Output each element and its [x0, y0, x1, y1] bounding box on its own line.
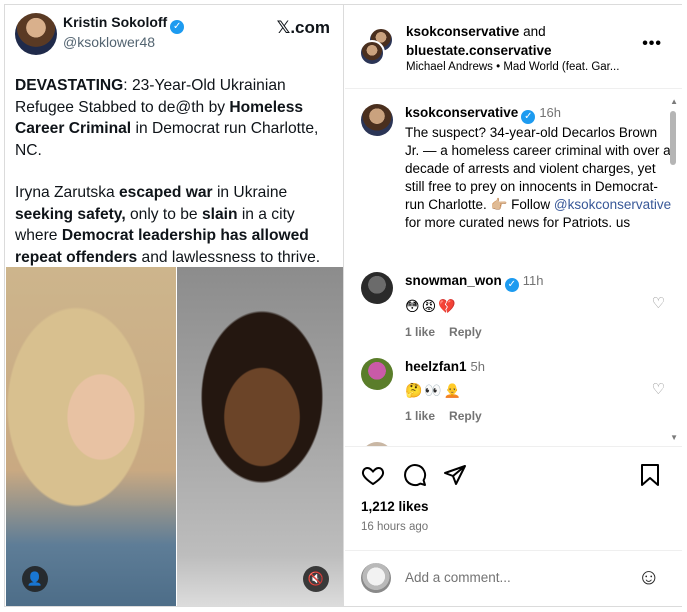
reply-button[interactable]: Reply	[449, 409, 482, 423]
author-link-1[interactable]: ksokconservative	[406, 24, 519, 39]
caption-text: ksokconservative ✓ 16h The suspect? 34-yea…	[405, 105, 672, 230]
screenshot-frame: Kristin Sokoloff ✓ @ksoklower48 𝕏.com DEV…	[4, 4, 682, 607]
comment-time: 5h	[470, 359, 485, 374]
tweet-author-avatar	[15, 13, 57, 55]
add-comment-bar: Add a comment... ☺	[345, 550, 682, 606]
comment-icon[interactable]	[403, 463, 427, 492]
emphasis-text: slain	[201, 205, 238, 223]
emphasis-text: escaped war	[119, 184, 213, 201]
avatar	[361, 563, 391, 593]
scroll-up-icon[interactable]: ▲	[670, 97, 678, 106]
body-text: and lawlessness to thrive.	[137, 248, 321, 266]
avatar	[359, 40, 385, 66]
tweet-card: Kristin Sokoloff ✓ @ksoklower48 𝕏.com DEV…	[5, 5, 344, 606]
comment-likes[interactable]: 1 like	[405, 409, 435, 423]
user-tag-icon[interactable]: 👤	[22, 566, 48, 592]
emoji-icon[interactable]: ☺	[638, 565, 660, 589]
body-text: Iryna Zarutska	[15, 184, 119, 201]
scrollbar-thumb[interactable]	[670, 111, 676, 165]
verified-badge-icon: ✓	[504, 278, 519, 292]
post-time: 16 hours ago	[361, 521, 429, 533]
comment-text: 🤔👀🧑‍🦲	[405, 382, 464, 398]
victim-photo	[6, 267, 176, 606]
tweet-media: 👤 🔇	[6, 267, 343, 606]
tweet-author-handle: @ksoklower48	[63, 34, 156, 50]
caption-time: 16h	[539, 105, 562, 120]
emphasis-text: DEVASTATING	[15, 77, 124, 94]
caption-username[interactable]: ksokconservative	[405, 105, 518, 120]
comment-username[interactable]: snowman_won	[405, 273, 502, 288]
comment-likes[interactable]: 1 like	[405, 325, 435, 339]
author-link-2[interactable]: bluestate.conservative	[406, 43, 552, 58]
reply-button[interactable]: Reply	[449, 325, 482, 339]
avatar[interactable]	[361, 272, 393, 304]
suspect-mugshot	[177, 267, 343, 606]
mention-link[interactable]: @ksokconservative	[554, 197, 671, 212]
instagram-panel: ksokconservative and bluestate.conservat…	[345, 5, 682, 606]
tweet-text: DEVASTATING: 23-Year-Old Ukrainian Refug…	[15, 75, 339, 289]
heart-icon[interactable]	[361, 463, 385, 492]
avatar[interactable]	[361, 358, 393, 390]
scroll-down-icon[interactable]: ▼	[670, 433, 678, 442]
emphasis-text: seeking safety,	[15, 205, 126, 223]
heart-icon[interactable]: ♡	[652, 380, 665, 398]
comment-meta: 1 like Reply	[405, 407, 675, 425]
avatar[interactable]	[361, 104, 393, 136]
verified-badge-icon: ✓	[521, 110, 536, 124]
post-header: ksokconservative and bluestate.conservat…	[345, 5, 682, 89]
mute-icon[interactable]: 🔇	[303, 566, 329, 592]
heart-icon[interactable]: ♡	[652, 294, 665, 312]
bookmark-icon[interactable]	[640, 463, 660, 492]
comment-username[interactable]: heelzfan1	[405, 359, 467, 374]
x-logo: 𝕏.com	[276, 18, 330, 37]
share-icon[interactable]	[443, 463, 467, 492]
audio-track[interactable]: Michael Andrews • Mad World (feat. Gar..…	[406, 61, 636, 73]
post-authors: ksokconservative and bluestate.conservat…	[406, 24, 552, 58]
body-text: only to be	[125, 205, 202, 223]
comment-input[interactable]: Add a comment...	[405, 570, 511, 585]
body-text: in Ukraine	[212, 184, 288, 201]
more-options-icon[interactable]: •••	[642, 35, 662, 53]
tweet-paragraph-1: DEVASTATING: 23-Year-Old Ukrainian Refug…	[15, 75, 339, 161]
comments-list[interactable]: ksokconservative ✓ 16h The suspect? 34-yea…	[345, 90, 682, 446]
likes-count[interactable]: 1,212 likes	[361, 499, 429, 514]
post-actions: 1,212 likes 16 hours ago	[345, 446, 682, 550]
comment-meta: 1 like Reply	[405, 323, 675, 341]
comment-time: 11h	[522, 273, 544, 288]
comment-text: 😳😡💔	[405, 298, 458, 314]
tweet-paragraph-2: Iryna Zarutska escaped war in Ukraine se…	[15, 182, 339, 268]
tweet-header: Kristin Sokoloff ✓ @ksoklower48 𝕏.com	[5, 5, 343, 65]
collab-avatars[interactable]	[359, 27, 395, 67]
tweet-author-name: Kristin Sokoloff ✓	[63, 14, 185, 34]
verified-badge-icon: ✓	[170, 20, 185, 34]
